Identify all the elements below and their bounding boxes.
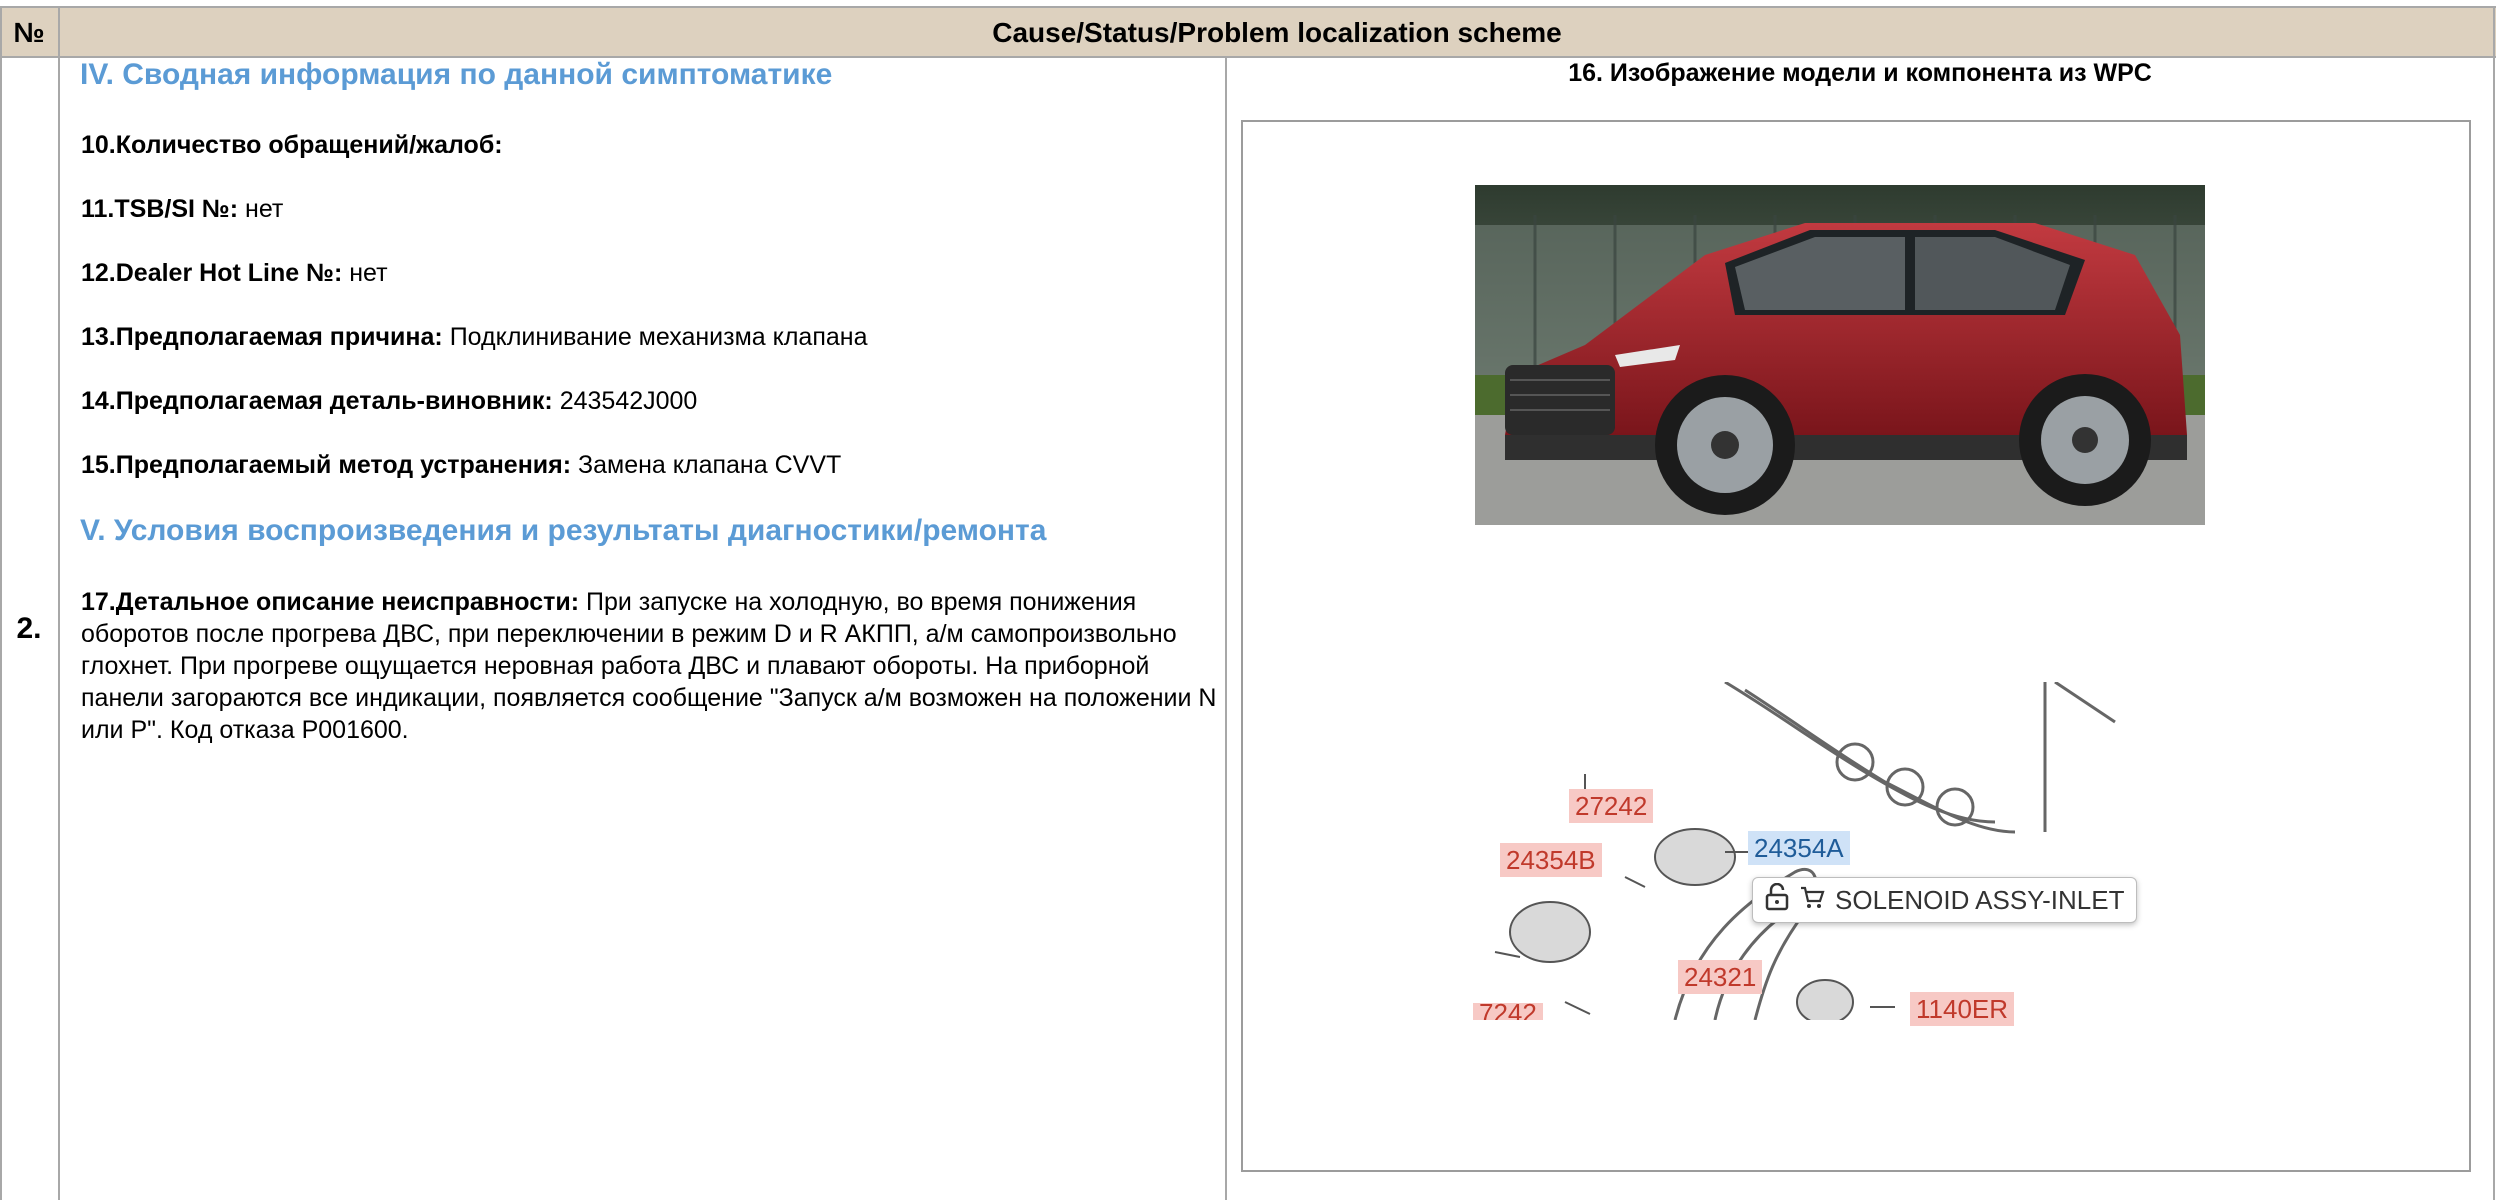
row-number: 2. [16,612,42,645]
field-culprit-part: 14.Предполагаемая деталь-виновник: 24354… [81,387,697,416]
field-probable-cause: 13.Предполагаемая причина: Подклинивание… [81,323,867,352]
divider-right [2493,8,2495,1200]
field-label: 12.Dealer Hot Line №: [81,259,343,287]
field-value: нет [349,259,388,287]
wpc-image-title: 16. Изображение модели и компонента из W… [1568,59,2152,87]
field-label: 13.Предполагаемая причина: [81,323,443,351]
fault-description-label: 17.Детальное описание неисправности: [81,588,580,616]
tooltip-label: SOLENOID ASSY-INLET [1835,884,2125,915]
number-column-header: № [13,17,45,48]
section-iv-title: IV. Сводная информация по данной симптом… [80,58,833,91]
fault-description: 17.Детальное описание неисправности: При… [81,586,1221,746]
field-value: 243542J000 [559,387,698,415]
part-label-27242: 27242 [1569,789,1654,823]
unlock-icon[interactable] [1765,882,1789,918]
divider-num [58,8,60,1200]
field-label: 15.Предполагаемый метод устранения: [81,451,572,479]
part-label-24354a[interactable]: 24354A [1748,831,1850,865]
field-tsb-si: 11.TSB/SI №: нет [81,195,283,224]
cart-icon[interactable] [1799,884,1825,917]
field-label: 10.Количество обращений/жалоб: [81,131,503,159]
car-image [1475,185,2205,525]
part-label-24354b: 24354B [1500,843,1602,877]
part-tooltip[interactable]: SOLENOID ASSY-INLET [1752,877,2138,923]
section-v-title: V. Условия воспроизведения и результаты … [80,514,1047,547]
table-title: Cause/Status/Problem localization scheme [992,17,1562,48]
divider-middle [1225,58,1227,1200]
field-value: Замена клапана CVVT [578,451,842,479]
field-label: 14.Предполагаемая деталь-виновник: [81,387,553,415]
field-dealer-hotline: 12.Dealer Hot Line №: нет [81,259,388,288]
part-label-24321: 24321 [1678,960,1763,994]
part-label-1140er: 1140ER [1910,992,2015,1026]
field-complaints-count: 10.Количество обращений/жалоб: [81,131,503,160]
field-value: нет [245,195,284,223]
field-repair-method: 15.Предполагаемый метод устранения: Заме… [81,451,841,480]
divider-left [0,8,2,1200]
field-label: 11.TSB/SI №: [81,195,239,223]
part-label-7242: 7242 [1473,1003,1543,1020]
field-value: Подклинивание механизма клапана [449,323,868,351]
top-border [0,6,2496,8]
